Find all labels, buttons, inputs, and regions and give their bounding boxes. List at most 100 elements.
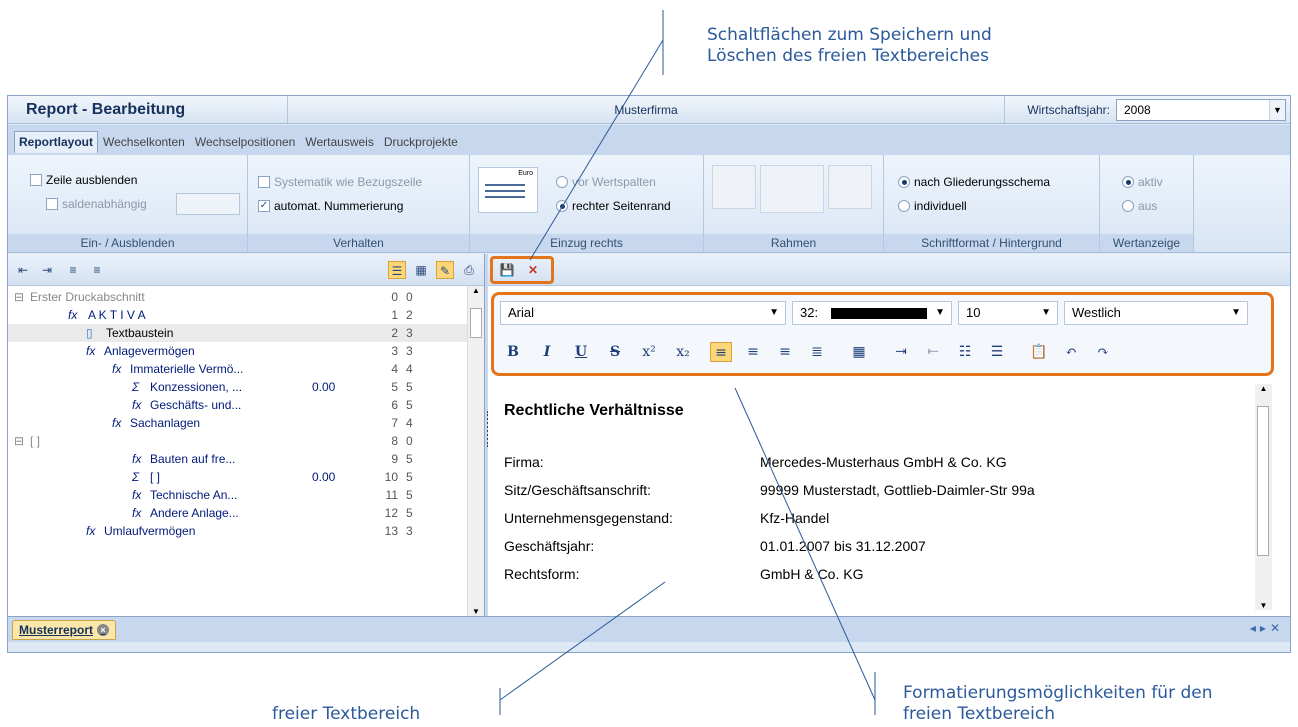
numbered-list-icon[interactable]: ☷ — [954, 342, 976, 362]
indent-in-icon[interactable]: ⇥ — [38, 261, 56, 279]
list-indent-icon[interactable]: ≡ — [88, 261, 106, 279]
year-value: 2008 — [1124, 102, 1151, 117]
tree-view-icon[interactable]: ☰ — [388, 261, 406, 279]
delete-icon[interactable]: ✕ — [524, 261, 542, 279]
aktiv-radio[interactable]: aktiv — [1122, 175, 1163, 189]
bullet-list-icon[interactable]: ☰ — [986, 342, 1008, 362]
script-select[interactable]: Westlich ▼ — [1064, 301, 1248, 325]
ribbon: Zeile ausblenden saldenabhängig Ein- / A… — [8, 155, 1290, 253]
nummerierung-checkbox[interactable]: ✓ automat. Nummerierung — [258, 199, 403, 213]
tab-wertausweis[interactable]: Wertausweis — [300, 131, 378, 153]
year-select[interactable]: 2008 ▼ — [1116, 98, 1286, 121]
zeile-ausblenden-checkbox[interactable]: Zeile ausblenden — [30, 173, 137, 187]
tab-reportlayout[interactable]: Reportlayout — [14, 131, 99, 153]
justify-icon[interactable]: ≣ — [806, 342, 828, 362]
align-right-icon[interactable]: ≡ — [774, 342, 796, 362]
saldenabhaengig-checkbox[interactable]: saldenabhängig — [46, 197, 147, 211]
free-text-editor[interactable]: Rechtliche Verhältnisse Firma: Mercedes-M… — [492, 384, 1272, 610]
vor-wertspalten-radio[interactable]: vor Wertspalten — [556, 175, 656, 189]
tree-row[interactable]: ⊟ Erster Druckabschnitt 0 0 — [8, 288, 468, 306]
tab-bar: Reportlayout Wechselkonten Wechselpositi… — [8, 125, 1290, 155]
callout-free-text: freier Textbereich — [272, 704, 421, 724]
underline-icon[interactable]: U — [570, 342, 592, 362]
tree-panel: ⇤ ⇥ ≡ ≡ ☰ ▦ ✎ ⎙ ⊟ Erster Druckabschnitt 0 0… — [8, 254, 485, 616]
color-select[interactable]: 32: ▼ — [792, 301, 952, 325]
undo-icon[interactable]: ↶ — [1060, 342, 1082, 362]
superscript-icon[interactable]: x² — [638, 342, 660, 362]
italic-icon[interactable]: I — [536, 342, 558, 362]
tree-row[interactable]: fx Geschäfts- und... 6 5 — [8, 396, 468, 414]
bold-icon[interactable]: B — [502, 342, 524, 362]
tree-row[interactable]: fx Immaterielle Vermö... 4 4 — [8, 360, 468, 378]
outdent-icon[interactable]: ⇤ — [922, 342, 944, 362]
save-icon[interactable]: 💾 — [498, 261, 516, 279]
callout-save-delete: Schaltflächen zum Speichern und Löschen … — [707, 25, 992, 66]
tab-druckprojekte[interactable]: Druckprojekte — [379, 131, 463, 153]
tree-row[interactable]: fx Anlagevermögen 3 3 — [8, 342, 468, 360]
company-name: Musterfirma — [614, 102, 678, 117]
align-left-icon[interactable]: ≡ — [710, 342, 732, 362]
redo-icon[interactable]: ↷ — [1092, 342, 1114, 362]
title-bar: Report - Bearbeitung Musterfirma Wirtsch… — [8, 96, 1290, 124]
tab-nav-icons[interactable]: ◂▸✕ — [1250, 621, 1284, 635]
tree-scrollbar[interactable]: ▲ ▼ — [467, 286, 484, 616]
tree-row[interactable]: Σ[ ] 0.00 10 5 — [8, 468, 468, 486]
window-title: Report - Bearbeitung — [8, 96, 288, 123]
document-tab[interactable]: Musterreport × — [12, 620, 117, 640]
frame-left-icon[interactable] — [712, 165, 756, 209]
indent-icon[interactable]: ⇥ — [890, 342, 912, 362]
list-outdent-icon[interactable]: ≡ — [64, 261, 82, 279]
rechter-seitenrand-radio[interactable]: rechter Seitenrand — [556, 199, 671, 213]
report-tree: ⊟ Erster Druckabschnitt 0 0 fx A K T I V A12… — [8, 286, 484, 616]
group-label: Wertanzeige — [1100, 234, 1193, 252]
group-verhalten: Systematik wie Bezugszeile ✓ automat. Num… — [248, 155, 470, 252]
scroll-thumb[interactable] — [470, 308, 482, 338]
paste-icon[interactable]: 📋 — [1028, 342, 1050, 362]
indent-out-icon[interactable]: ⇤ — [14, 261, 32, 279]
tree-toolbar: ⇤ ⇥ ≡ ≡ ☰ ▦ ✎ ⎙ — [8, 254, 484, 286]
editor-heading: Rechtliche Verhältnisse — [504, 402, 684, 419]
aus-radio[interactable]: aus — [1122, 199, 1157, 213]
tree-row[interactable]: Σ Konzessionen, ... 0.00 5 5 — [8, 378, 468, 396]
tree-row[interactable]: fx Bauten auf fre... 9 5 — [8, 450, 468, 468]
background-color-icon[interactable]: ▦ — [848, 342, 870, 362]
frame-center-icon[interactable] — [760, 165, 824, 213]
group-label: Rahmen — [704, 234, 883, 252]
callout-format-options: Formatierungsmöglichkeiten für den freie… — [903, 683, 1213, 724]
font-select[interactable]: Arial ▼ — [500, 301, 786, 325]
editor-scrollbar[interactable]: ▲ ▼ — [1255, 384, 1272, 610]
individuell-radio[interactable]: individuell — [898, 199, 967, 213]
tab-wechselkonten[interactable]: Wechselkonten — [98, 131, 190, 153]
tab-wechselpositionen[interactable]: Wechselpositionen — [190, 131, 301, 153]
group-label: Verhalten — [248, 234, 469, 252]
size-select[interactable]: 10 ▼ — [958, 301, 1058, 325]
tree-row[interactable]: fx Technische An... 11 5 — [8, 486, 468, 504]
align-center-icon[interactable]: ≡ — [742, 342, 764, 362]
tree-row[interactable]: fx Sachanlagen 7 4 — [8, 414, 468, 432]
saldo-combo[interactable] — [176, 193, 240, 215]
group-label: Ein- / Ausblenden — [8, 234, 247, 252]
group-wertanzeige: aktiv aus Wertanzeige — [1100, 155, 1194, 252]
properties-icon[interactable]: ✎ — [436, 261, 454, 279]
group-label: Schriftformat / Hintergrund — [884, 234, 1099, 252]
tree-row[interactable]: ⊟[ ] 8 0 — [8, 432, 468, 450]
report-editor-window: Report - Bearbeitung Musterfirma Wirtsch… — [7, 95, 1291, 653]
document-tab-bar: Musterreport × ◂▸✕ — [8, 616, 1290, 642]
nach-gliederung-radio[interactable]: nach Gliederungsschema — [898, 175, 1050, 189]
frame-right-icon[interactable] — [828, 165, 872, 209]
save-delete-toolbar: 💾 ✕ — [488, 254, 1290, 286]
strikethrough-icon[interactable]: S — [604, 342, 626, 362]
tree-row[interactable]: fx Andere Anlage... 12 5 — [8, 504, 468, 522]
text-panel: 💾 ✕ Arial ▼ 32: ▼ 10 ▼ Westlich ▼ B I U S x²… — [488, 254, 1290, 616]
tree-row[interactable]: fx Umlaufvermögen 13 3 — [8, 522, 468, 540]
systematik-checkbox[interactable]: Systematik wie Bezugszeile — [258, 175, 422, 189]
preview-icon[interactable]: ⎙ — [460, 261, 478, 279]
list-view-icon[interactable]: ▦ — [412, 261, 430, 279]
group-label: Einzug rechts — [470, 234, 703, 252]
scroll-thumb[interactable] — [1257, 406, 1269, 556]
tree-row[interactable]: fx A K T I V A12 — [8, 306, 468, 324]
close-icon[interactable]: × — [97, 624, 110, 636]
subscript-icon[interactable]: x₂ — [672, 342, 694, 362]
chevron-down-icon[interactable]: ▼ — [1269, 99, 1285, 120]
tree-row-selected[interactable]: ▯ Textbaustein 2 3 — [8, 324, 468, 342]
